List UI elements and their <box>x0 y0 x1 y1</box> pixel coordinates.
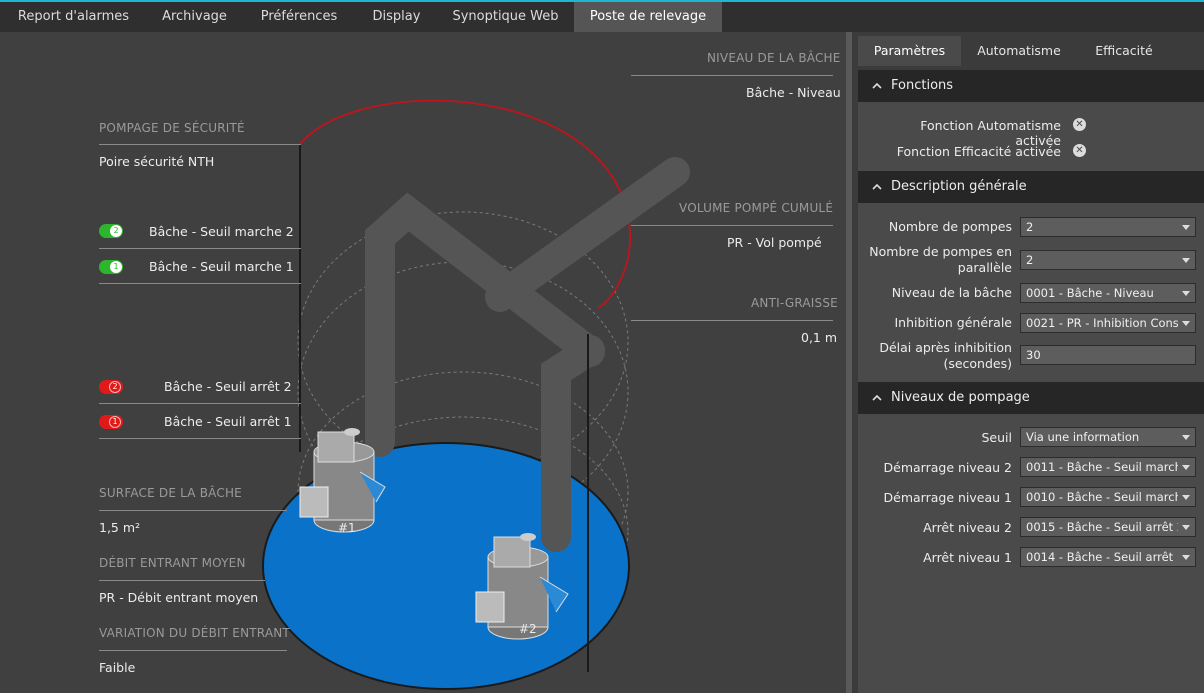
pump-1-label: #1 <box>338 521 356 535</box>
inhibition-select[interactable]: 0021 - PR - Inhibition Consigne <box>1020 313 1196 333</box>
dropdown-arrow-icon <box>1182 495 1190 500</box>
dropdown-arrow-icon <box>1182 225 1190 230</box>
section-fonctions-header[interactable]: Fonctions <box>858 70 1204 102</box>
remove-automatisme-icon[interactable]: ✕ <box>1073 118 1086 131</box>
antigraisse-value[interactable]: 0,1 m <box>801 330 837 345</box>
demarrage-2-label: Démarrage niveau 2 <box>883 460 1012 475</box>
tab-archivage[interactable]: Archivage <box>147 2 242 32</box>
fonction-efficacite: Fonction Efficacité activée <box>896 144 1061 159</box>
arret-2-label: Arrêt niveau 2 <box>923 520 1012 535</box>
dropdown-arrow-icon <box>1182 525 1190 530</box>
arret-1-select[interactable]: 0014 - Bâche - Seuil arrêt 1 <box>1020 547 1196 567</box>
section-niveaux-header[interactable]: Niveaux de pompage <box>858 382 1204 414</box>
synoptic-panel: NIVEAU DE LA BÂCHE Bâche - Niveau VOLUME… <box>0 32 846 693</box>
surface-bache-label: SURFACE DE LA BÂCHE <box>99 486 242 500</box>
seuil-arret-1-label[interactable]: Bâche - Seuil arrêt 1 <box>164 414 292 429</box>
settings-panel: Paramètres Automatisme Efficacité Foncti… <box>852 32 1204 693</box>
seuil-label: Seuil <box>981 430 1013 445</box>
tab-poste-relevage[interactable]: Poste de relevage <box>574 2 722 32</box>
niveau-bache-select[interactable]: 0001 - Bâche - Niveau <box>1020 283 1196 303</box>
dropdown-arrow-icon <box>1182 435 1190 440</box>
nb-pompes-select[interactable]: 2 <box>1020 217 1196 237</box>
dropdown-arrow-icon <box>1182 258 1190 263</box>
seuil-marche-2-label[interactable]: Bâche - Seuil marche 2 <box>149 224 294 239</box>
dropdown-arrow-icon <box>1182 465 1190 470</box>
section-description-title: Description générale <box>891 179 1027 194</box>
remove-efficacite-icon[interactable]: ✕ <box>1073 144 1086 157</box>
seuil-marche-1-label[interactable]: Bâche - Seuil marche 1 <box>149 259 294 274</box>
settings-tab-bar: Paramètres Automatisme Efficacité <box>852 36 1204 66</box>
arret-1-label: Arrêt niveau 1 <box>923 550 1012 565</box>
demarrage-2-select[interactable]: 0011 - Bâche - Seuil marche 2 <box>1020 457 1196 477</box>
demarrage-1-select[interactable]: 0010 - Bâche - Seuil marche 1 <box>1020 487 1196 507</box>
chevron-up-icon <box>872 183 882 190</box>
seuil-arret-1-indicator: 1 <box>99 415 123 429</box>
nb-parallele-select[interactable]: 2 <box>1020 250 1196 270</box>
nb-pompes-label: Nombre de pompes <box>888 219 1012 234</box>
seuil-arret-2-label[interactable]: Bâche - Seuil arrêt 2 <box>164 379 292 394</box>
surface-bache-value[interactable]: 1,5 m² <box>99 520 140 535</box>
niveau-bache-value[interactable]: Bâche - Niveau <box>746 85 841 100</box>
debit-entrant-value[interactable]: PR - Débit entrant moyen <box>99 590 258 605</box>
variation-debit-label: VARIATION DU DÉBIT ENTRANT <box>99 626 290 640</box>
inhibition-label: Inhibition générale <box>894 315 1012 330</box>
tab-automatisme[interactable]: Automatisme <box>964 36 1074 66</box>
niveau-bache-label: NIVEAU DE LA BÂCHE <box>707 51 841 65</box>
tab-display[interactable]: Display <box>356 2 437 32</box>
pompage-securite-label: POMPAGE DE SÉCURITÉ <box>99 121 245 135</box>
niveau-bache-field-label: Niveau de la bâche <box>891 285 1012 300</box>
chevron-up-icon <box>872 394 882 401</box>
section-niveaux-title: Niveaux de pompage <box>891 390 1030 405</box>
tab-report-alarmes[interactable]: Report d'alarmes <box>0 2 147 32</box>
dropdown-arrow-icon <box>1182 291 1190 296</box>
seuil-select[interactable]: Via une information <box>1020 427 1196 447</box>
section-fonctions-title: Fonctions <box>891 78 954 93</box>
delai-label: Délai après inhibition (secondes) <box>879 340 1012 371</box>
section-description-header[interactable]: Description générale <box>858 171 1204 203</box>
delai-input[interactable]: 30 <box>1020 345 1196 365</box>
chevron-up-icon <box>872 82 882 89</box>
float-switch-ring <box>299 99 631 309</box>
tab-efficacite[interactable]: Efficacité <box>1078 36 1170 66</box>
tab-preferences[interactable]: Préférences <box>242 2 356 32</box>
dropdown-arrow-icon <box>1182 321 1190 326</box>
tab-synoptique-web[interactable]: Synoptique Web <box>437 2 574 32</box>
arret-2-select[interactable]: 0015 - Bâche - Seuil arrêt 2 <box>1020 517 1196 537</box>
seuil-arret-2-indicator: 2 <box>99 380 123 394</box>
demarrage-1-label: Démarrage niveau 1 <box>883 490 1012 505</box>
pompage-securite-value[interactable]: Poire sécurité NTH <box>99 154 214 169</box>
parametres-content: Fonctions Fonction Automatisme activée ✕… <box>858 70 1204 693</box>
dropdown-arrow-icon <box>1182 555 1190 560</box>
nb-parallele-label: Nombre de pompes en parallèle <box>869 244 1012 275</box>
tab-parametres[interactable]: Paramètres <box>858 36 961 66</box>
seuil-marche-1-indicator: 1 <box>99 260 123 274</box>
antigraisse-label: ANTI-GRAISSE <box>751 296 838 310</box>
debit-entrant-label: DÉBIT ENTRANT MOYEN <box>99 556 246 570</box>
variation-debit-value[interactable]: Faible <box>99 660 135 675</box>
pump-2-label: #2 <box>519 622 537 636</box>
volume-pompe-value[interactable]: PR - Vol pompé <box>727 235 822 250</box>
volume-pompe-label: VOLUME POMPÉ CUMULÉ <box>679 201 834 215</box>
seuil-marche-2-indicator: 2 <box>99 224 123 238</box>
main-tab-bar: Report d'alarmes Archivage Préférences D… <box>0 2 1204 32</box>
